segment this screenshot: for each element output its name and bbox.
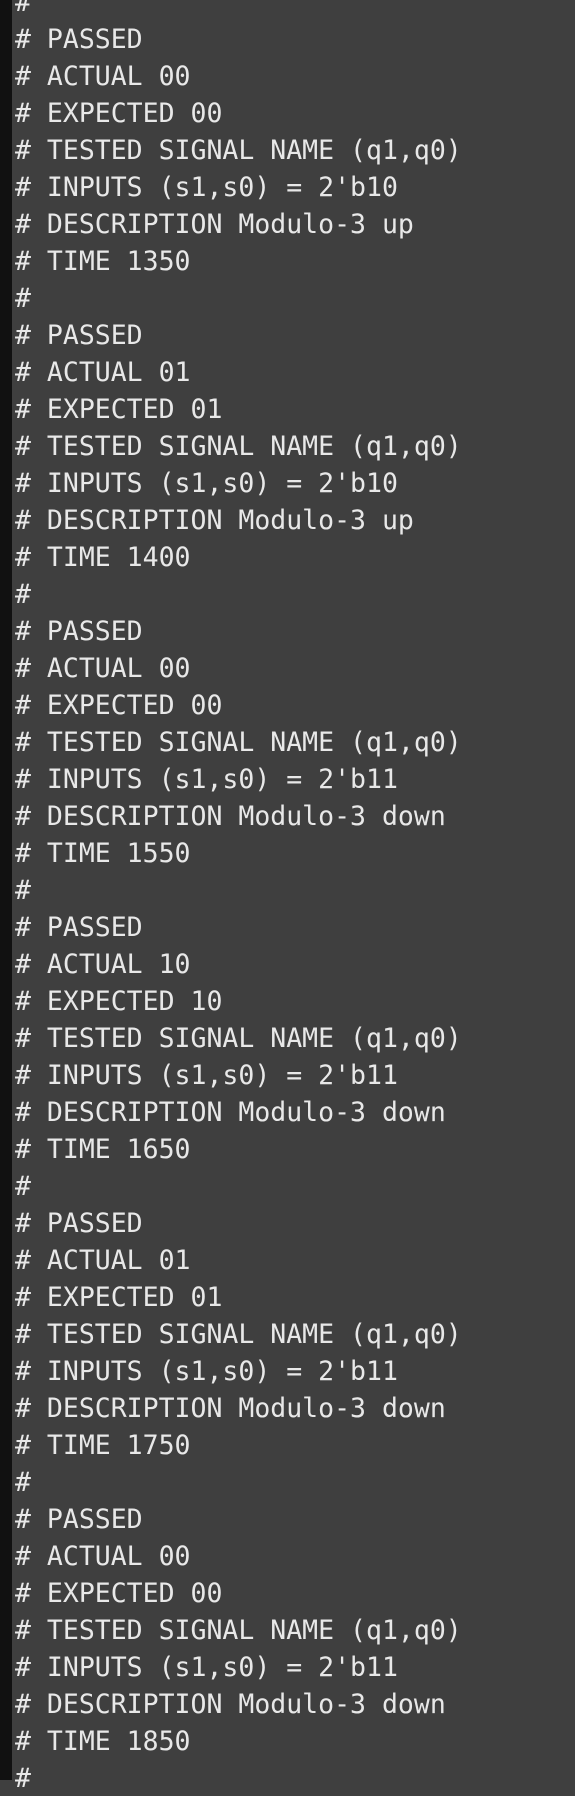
console-line: # PASSED <box>15 912 143 943</box>
console-line: # DESCRIPTION Modulo-3 up <box>15 505 414 536</box>
console-line: # INPUTS (s1,s0) = 2'b11 <box>15 1652 398 1683</box>
console-line: # INPUTS (s1,s0) = 2'b10 <box>15 468 398 499</box>
console-line: # ACTUAL 00 <box>15 653 191 684</box>
console-line: # EXPECTED 00 <box>15 1578 223 1609</box>
console-line: # ACTUAL 00 <box>15 61 191 92</box>
console-line: # INPUTS (s1,s0) = 2'b11 <box>15 764 398 795</box>
console-line: # ACTUAL 00 <box>15 1541 191 1572</box>
console-line: # PASSED <box>15 24 143 55</box>
console-line: # <box>15 283 31 314</box>
console-line: # TESTED SIGNAL NAME (q1,q0) <box>15 1319 462 1350</box>
console-line: # TESTED SIGNAL NAME (q1,q0) <box>15 135 462 166</box>
console-line: # <box>15 875 31 906</box>
console-line: # EXPECTED 00 <box>15 690 223 721</box>
console-line: # INPUTS (s1,s0) = 2'b11 <box>15 1356 398 1387</box>
console-line: # INPUTS (s1,s0) = 2'b10 <box>15 172 398 203</box>
console-line: # PASSED <box>15 616 143 647</box>
console-line: # PASSED <box>15 1208 143 1239</box>
console-line: # ACTUAL 10 <box>15 949 191 980</box>
transcript-console[interactable]: # # PASSED # ACTUAL 00 # EXPECTED 00 # T… <box>12 0 575 1796</box>
console-line: # <box>15 579 31 610</box>
editor-gutter <box>0 0 12 1780</box>
console-line: # TIME 1550 <box>15 838 191 869</box>
console-line: # EXPECTED 01 <box>15 1282 223 1313</box>
console-line: # INPUTS (s1,s0) = 2'b11 <box>15 1060 398 1091</box>
console-line: # PASSED <box>15 1504 143 1535</box>
console-line: # TIME 1650 <box>15 1134 191 1165</box>
console-line: # DESCRIPTION Modulo-3 down <box>15 1097 446 1128</box>
console-line: # DESCRIPTION Modulo-3 up <box>15 209 414 240</box>
console-line: # TESTED SIGNAL NAME (q1,q0) <box>15 1615 462 1646</box>
console-line: # DESCRIPTION Modulo-3 down <box>15 801 446 832</box>
console-line: # <box>15 0 31 18</box>
console-line: # TESTED SIGNAL NAME (q1,q0) <box>15 1023 462 1054</box>
console-line: # <box>15 1763 31 1794</box>
console-line: # DESCRIPTION Modulo-3 down <box>15 1689 446 1720</box>
console-line: # TESTED SIGNAL NAME (q1,q0) <box>15 431 462 462</box>
console-line: # PASSED <box>15 320 143 351</box>
console-line: # <box>15 1171 31 1202</box>
console-line: # DESCRIPTION Modulo-3 down <box>15 1393 446 1424</box>
console-line: # ACTUAL 01 <box>15 357 191 388</box>
console-line: # TIME 1350 <box>15 246 191 277</box>
console-line: # TIME 1750 <box>15 1430 191 1461</box>
console-line: # TESTED SIGNAL NAME (q1,q0) <box>15 727 462 758</box>
console-line: # EXPECTED 10 <box>15 986 223 1017</box>
console-line: # EXPECTED 01 <box>15 394 223 425</box>
console-line: # ACTUAL 01 <box>15 1245 191 1276</box>
console-line: # <box>15 1467 31 1498</box>
console-line: # TIME 1850 <box>15 1726 191 1757</box>
console-line: # TIME 1400 <box>15 542 191 573</box>
console-line: # EXPECTED 00 <box>15 98 223 129</box>
